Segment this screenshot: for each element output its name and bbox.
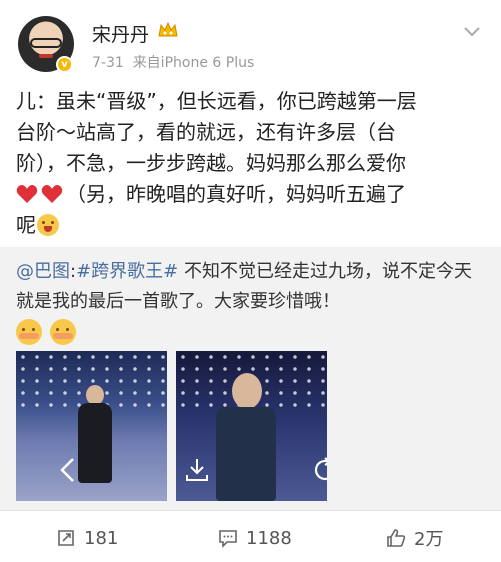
repost-text: @巴图:#跨界歌王# 不知不觉已经走过九场，说不定今天就是我的最后一首歌了。大家… [16,257,488,317]
comment-count: 1188 [246,527,292,549]
repost-icon [58,530,74,546]
laughing-emoji-icon [37,214,59,236]
blush-emoji-icon [16,319,42,345]
post-source: 来自iPhone 6 Plus [132,55,255,71]
like-icon [387,529,406,547]
chevron-down-icon[interactable] [463,26,481,38]
reposted-content[interactable]: @巴图:#跨界歌王# 不知不觉已经走过九场，说不定今天就是我的最后一首歌了。大家… [0,247,501,510]
topic-link[interactable]: #跨界歌王# [76,261,178,282]
post-line-text: （另，昨晚唱的真好听，妈妈听五遍了 [66,182,406,206]
photo-thumbnail[interactable] [176,351,327,501]
repost-count: 181 [84,527,119,549]
repost-button[interactable]: 181 [56,527,118,549]
download-icon[interactable] [182,455,212,485]
verified-badge: v [56,56,73,73]
prev-arrow-icon[interactable] [54,455,84,485]
mention-link[interactable]: @巴图 [16,261,70,282]
refresh-icon[interactable] [310,455,327,485]
heart-icon [41,185,63,203]
like-count: 2万 [414,529,444,550]
post-line: （另，昨晚唱的真好听，妈妈听五遍了 [16,179,488,210]
comment-icon [219,530,237,548]
post-line: 阶），不急，一步步跨越。妈妈那么那么爱你 [16,151,406,175]
post-meta: 7-31 来自iPhone 6 Plus [92,52,254,72]
post-date: 7-31 [92,55,124,71]
like-button[interactable]: 2万 [386,527,444,550]
post-line: 台阶～站高了，看的就远，还有许多层（台 [16,120,396,144]
post-line: 呢 [16,210,488,241]
username[interactable]: 宋丹丹 [92,20,149,47]
crown-icon [158,21,178,37]
comment-button[interactable]: 1188 [218,527,292,549]
post-body: 儿：虽未“晋级”，但长远看，你已跨越第一层 台阶～站高了，看的就远，还有许多层（… [16,86,488,241]
action-bar: 181 1188 2万 [0,510,501,562]
post-header: v 宋丹丹 7-31 来自iPhone 6 Plus [0,0,501,78]
emoji-row [16,319,84,349]
blush-emoji-icon [50,319,76,345]
photo-thumbnail[interactable] [16,351,167,501]
post-line-text: 呢 [16,213,36,237]
heart-icon [16,185,38,203]
post-line: 儿：虽未“晋级”，但长远看，你已跨越第一层 [16,89,417,113]
